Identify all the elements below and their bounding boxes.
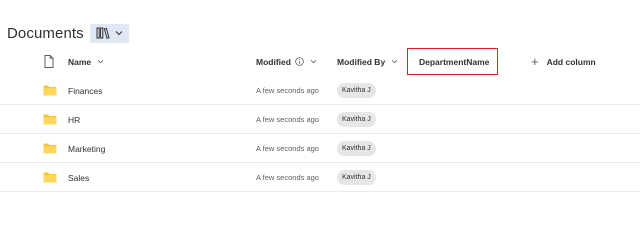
modified-value: A few seconds ago — [256, 86, 319, 95]
list-item[interactable]: HR A few seconds ago Kavitha J — [0, 105, 640, 134]
column-header-row: Name Modified Modified By DepartmentName… — [0, 48, 640, 75]
modified-by-persona[interactable]: Kavitha J — [337, 141, 376, 156]
folder-name-link[interactable]: Sales — [68, 163, 89, 192]
folder-icon — [43, 143, 57, 154]
folder-name-link[interactable]: Finances — [68, 76, 103, 105]
folder-icon — [43, 172, 57, 183]
chevron-down-icon — [495, 61, 497, 62]
plus-icon: + — [531, 54, 539, 69]
chevron-down-icon — [310, 59, 317, 64]
modified-by-persona[interactable]: Kavitha J — [337, 112, 376, 127]
folder-name-link[interactable]: Marketing — [68, 134, 105, 163]
modified-by-persona[interactable]: Kavitha J — [337, 83, 376, 98]
chevron-down-icon — [115, 31, 123, 36]
modified-by-column-label: Modified By — [337, 56, 386, 67]
page-title: Documents — [7, 24, 84, 42]
list-item[interactable]: Marketing A few seconds ago Kavitha J — [0, 134, 640, 163]
document-icon — [44, 55, 54, 68]
folder-icon — [43, 114, 57, 125]
name-column-header[interactable]: Name — [68, 49, 104, 74]
add-column-label: Add column — [546, 56, 596, 67]
folder-name-link[interactable]: HR — [68, 105, 80, 134]
list-item[interactable]: Finances A few seconds ago Kavitha J — [0, 76, 640, 105]
modified-column-header[interactable]: Modified — [256, 49, 317, 74]
view-switcher-button[interactable] — [89, 23, 129, 43]
library-view-icon — [96, 27, 110, 39]
modified-value: A few seconds ago — [256, 115, 319, 124]
chevron-down-icon — [97, 59, 104, 64]
modified-by-persona[interactable]: Kavitha J — [337, 170, 376, 185]
add-column-button[interactable]: + Add column — [531, 49, 596, 74]
library-header: Documents — [7, 23, 129, 43]
modified-column-label: Modified — [256, 56, 291, 67]
list-item[interactable]: Sales A few seconds ago Kavitha J — [0, 163, 640, 192]
department-name-column-label: DepartmentName — [419, 56, 490, 67]
modified-value: A few seconds ago — [256, 173, 319, 182]
info-icon[interactable] — [295, 57, 304, 66]
name-column-label: Name — [68, 56, 92, 67]
chevron-down-icon — [391, 59, 398, 64]
modified-by-column-header[interactable]: Modified By — [337, 49, 398, 74]
modified-value: A few seconds ago — [256, 144, 319, 153]
department-name-column-header[interactable]: DepartmentName — [407, 48, 498, 75]
file-type-column-header[interactable] — [44, 49, 54, 74]
folder-icon — [43, 85, 57, 96]
